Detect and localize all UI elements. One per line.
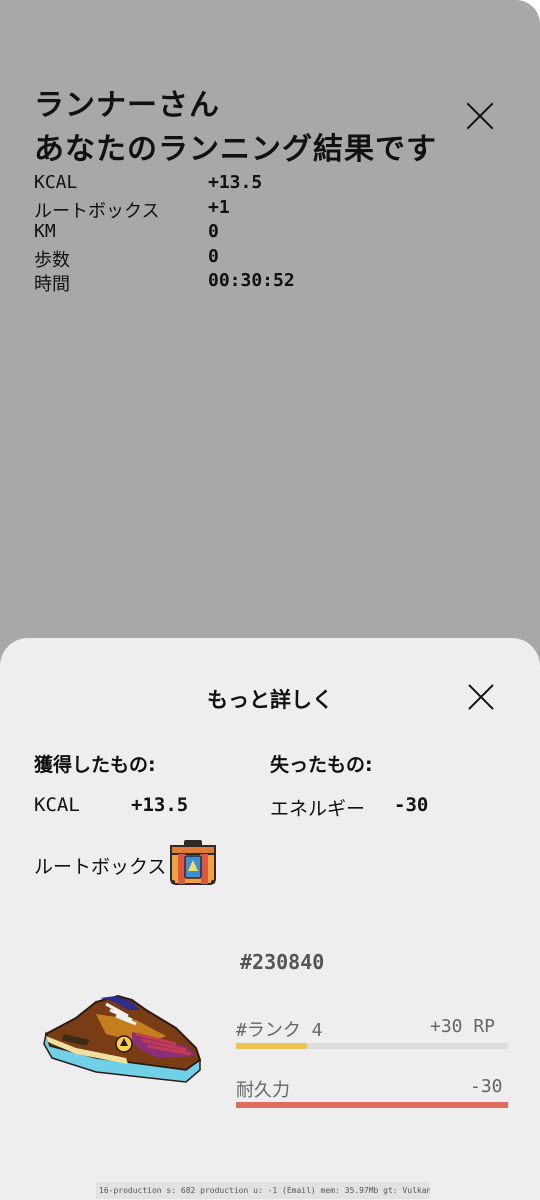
close-icon[interactable]: [464, 680, 498, 714]
debug-overlay: 16-production s: 682 production u: -1 (E…: [96, 1182, 430, 1199]
greeting-name: ランナーさん: [34, 88, 220, 123]
stat-label: KM: [34, 221, 56, 242]
sheet-title: もっと詳しく: [207, 688, 333, 712]
durability-bar: [236, 1102, 508, 1108]
stat-value: +1: [208, 196, 230, 218]
stat-value: 0: [208, 245, 219, 267]
lost-energy-label: エネルギー: [270, 794, 365, 821]
rank-points: +30 RP: [430, 1016, 496, 1037]
gained-kcal-label-text: KCAL: [34, 794, 80, 816]
stat-label: 時間: [34, 274, 70, 295]
rank-label: #ランク 4: [236, 1020, 323, 1041]
stat-value: 0: [208, 221, 219, 242]
stat-label: ルートボックス: [34, 200, 160, 222]
gained-heading: 獲得したもの:: [34, 754, 156, 776]
lootbox-icon: [170, 840, 216, 885]
rank-progress-fill: [236, 1043, 307, 1049]
lost-energy-value: -30: [394, 794, 428, 816]
lost-energy-label-text: エネルギー: [270, 798, 366, 820]
close-icon[interactable]: [462, 98, 498, 134]
gained-kcal-label: KCAL: [34, 794, 80, 816]
lost-heading: 失ったもの:: [270, 754, 373, 776]
greeting-subtitle: あなたのランニング結果です: [34, 132, 437, 167]
stat-value: +13.5: [208, 172, 263, 193]
sneaker-id: #230840: [240, 950, 325, 974]
details-sheet: [0, 638, 540, 1200]
stat-label: KCAL: [34, 172, 78, 193]
durability-label: 耐久力: [236, 1080, 290, 1101]
durability-change: -30: [470, 1076, 503, 1097]
gained-kcal-value: +13.5: [131, 794, 188, 816]
greeting: ランナーさん あなたのランニング結果です: [34, 84, 437, 172]
lost-energy-value-text: -30: [394, 794, 429, 816]
sneaker-image: [43, 994, 202, 1083]
stat-label: 歩数: [34, 249, 70, 271]
lootbox-label: ルートボックス: [34, 856, 167, 878]
stat-value: 00:30:52: [208, 270, 295, 291]
durability-fill: [236, 1102, 508, 1108]
rank-progress-bar: [236, 1043, 508, 1049]
gained-kcal-value-text: +13.5: [131, 794, 189, 816]
